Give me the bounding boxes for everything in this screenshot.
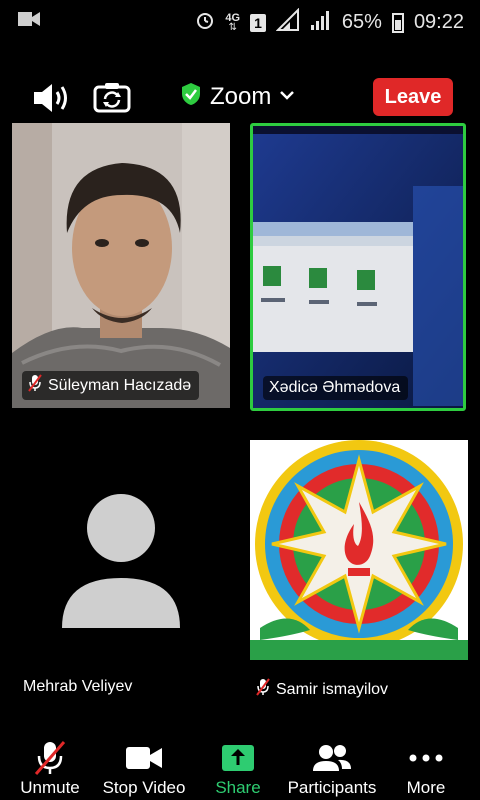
unmute-button[interactable]: Unmute [2, 736, 98, 800]
muted-mic-icon [28, 374, 42, 397]
participant-name-badge: Xədicə Əhmədova [263, 376, 409, 400]
participant-video-tile-1[interactable]: Süleyman Hacızadə [12, 123, 230, 408]
encrypted-shield-icon [180, 82, 202, 111]
more-label: More [406, 778, 446, 797]
signal-strength-sim2-icon [310, 9, 332, 36]
signal-strength-sim1-icon [275, 7, 300, 37]
participant-name-label: Samir ismayilov [256, 678, 388, 701]
participant-name: Süleyman Hacızadə [48, 376, 192, 394]
meeting-title-button[interactable]: Zoom [180, 82, 295, 111]
share-screen-icon [218, 740, 258, 776]
participant-video-tile-4[interactable]: Samir ismayilov [250, 440, 468, 710]
stop-video-button[interactable]: Stop Video [96, 736, 192, 800]
share-button[interactable]: Share [190, 736, 286, 800]
default-avatar-icon [62, 494, 180, 628]
unmute-label: Unmute [20, 778, 80, 797]
chevron-down-icon [279, 88, 295, 106]
zoom-meeting-screen: 4G ⇅ 1 65% 09:22 Zoom Leave Süleyman Hac… [0, 0, 480, 800]
meeting-toolbar: Unmute Stop Video Share Participants Mor… [0, 736, 480, 800]
participant-name: Mehrab Veliyev [23, 678, 133, 695]
more-dots-icon [406, 740, 446, 776]
participant-name-badge: Süleyman Hacızadə [22, 371, 200, 400]
participant-name-label: Mehrab Veliyev [23, 678, 132, 696]
meeting-top-bar: Zoom Leave [0, 70, 480, 126]
battery-icon [391, 12, 404, 33]
video-camera-icon [124, 740, 164, 776]
network-type-label: 4G [225, 11, 241, 24]
clock: 09:22 [413, 11, 464, 33]
participant-name: Xədicə Əhmədova [269, 379, 401, 396]
alarm-icon [195, 10, 215, 35]
participant-camera-feed [12, 123, 230, 408]
share-label: Share [215, 778, 261, 797]
profile-picture-emblem [250, 440, 468, 660]
data-arrows-icon: ⇅ [228, 21, 237, 33]
switch-camera-icon[interactable] [92, 78, 132, 118]
sim-slot-badge: 1 [250, 13, 266, 32]
participant-video-tile-2[interactable]: Xədicə Əhmədova [250, 123, 466, 411]
video-camera-notification-icon [18, 10, 40, 33]
status-bar-right: 4G ⇅ 1 65% 09:22 [195, 7, 464, 37]
muted-mic-icon [30, 740, 70, 776]
stop-video-label: Stop Video [102, 778, 186, 797]
status-bar: 4G ⇅ 1 65% 09:22 [0, 0, 480, 40]
battery-percent: 65% [341, 11, 382, 33]
participant-video-tile-3[interactable]: Mehrab Veliyev [12, 440, 230, 710]
participants-icon [312, 740, 352, 776]
speaker-icon[interactable] [32, 80, 72, 116]
participants-label: Participants [287, 778, 377, 797]
muted-mic-icon [256, 678, 270, 701]
leave-button[interactable]: Leave [373, 78, 453, 116]
participant-camera-feed [253, 126, 463, 408]
meeting-title: Zoom [210, 82, 272, 110]
participants-button[interactable]: Participants [284, 736, 380, 800]
participant-name: Samir ismayilov [276, 680, 389, 698]
network-type-indicator: 4G ⇅ [225, 11, 241, 33]
more-button[interactable]: More [378, 736, 474, 800]
